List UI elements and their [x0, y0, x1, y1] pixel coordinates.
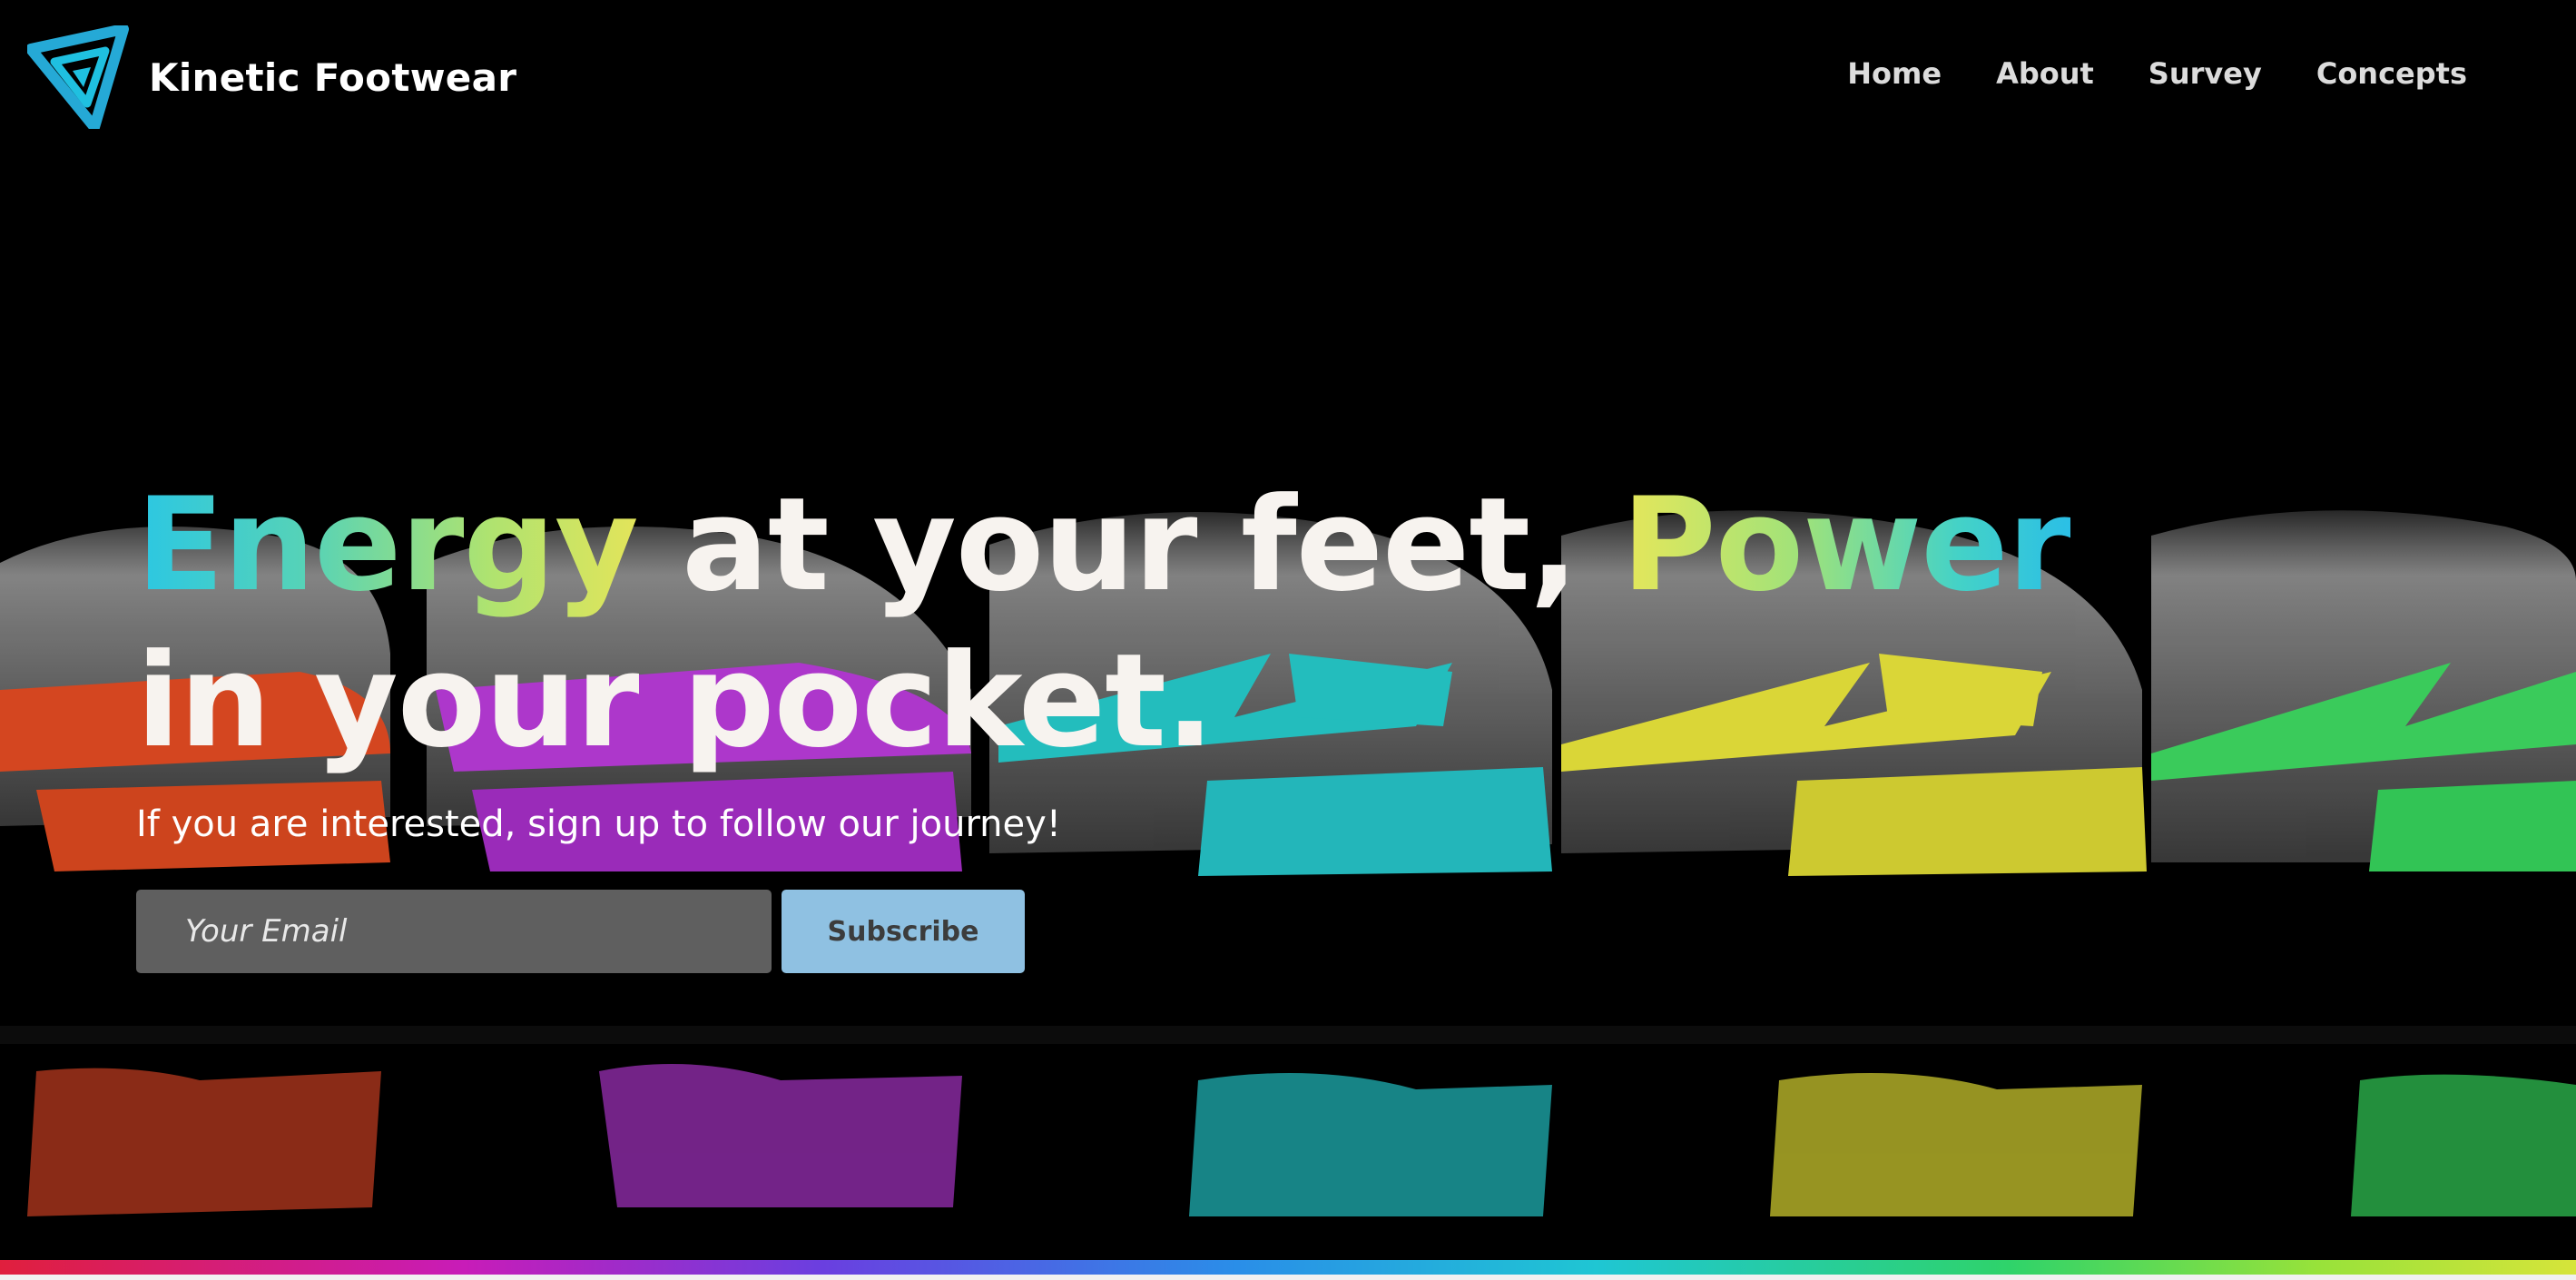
- headline-text-1: at your feet,: [637, 470, 1622, 620]
- subscribe-form: Subscribe: [136, 890, 1025, 973]
- email-input[interactable]: [136, 890, 772, 973]
- nav-link-about[interactable]: About: [1996, 56, 2094, 91]
- hero-subtitle: If you are interested, sign up to follow…: [136, 803, 1061, 845]
- triangle-spiral-logo-icon: [27, 25, 129, 129]
- headline-power: Power: [1621, 470, 2071, 620]
- nav-link-concepts[interactable]: Concepts: [2316, 56, 2467, 91]
- footer-rainbow-bar: [0, 1260, 2576, 1280]
- nav-link-survey[interactable]: Survey: [2148, 56, 2262, 91]
- hero-headline: Energy at your feet, Power in your pocke…: [136, 468, 2224, 780]
- headline-text-2: in your pocket.: [136, 626, 1214, 776]
- headline-energy: Energy: [136, 470, 639, 620]
- landing-page: Kinetic Footwear Home About Survey Conce…: [0, 0, 2576, 1280]
- brand-name: Kinetic Footwear: [149, 54, 517, 100]
- brand[interactable]: Kinetic Footwear: [27, 25, 516, 129]
- main-nav: Home About Survey Concepts: [1847, 56, 2467, 91]
- nav-link-home[interactable]: Home: [1847, 56, 1942, 91]
- subscribe-button[interactable]: Subscribe: [782, 890, 1025, 973]
